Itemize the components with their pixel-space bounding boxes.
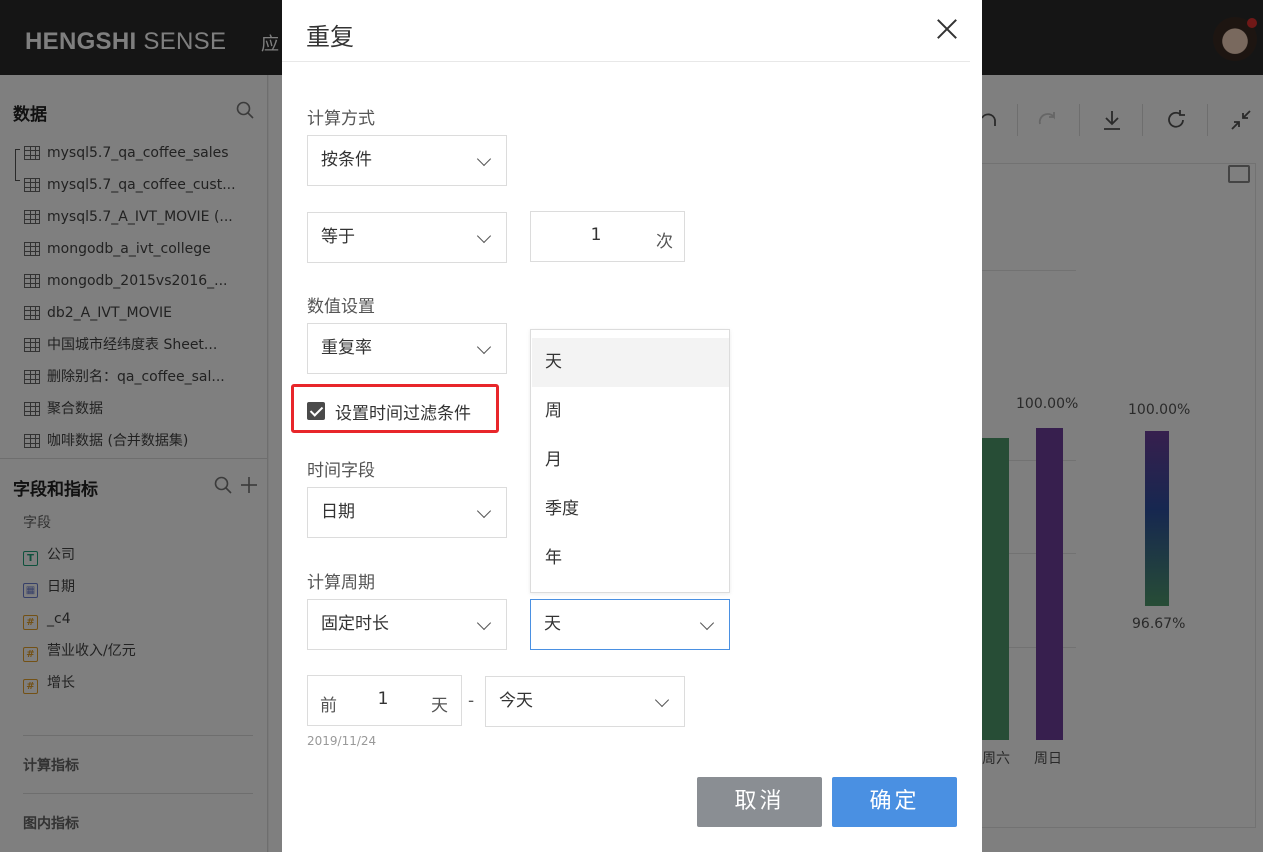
range-prefix: 前	[320, 696, 337, 716]
cancel-button[interactable]: 取消	[697, 777, 822, 827]
close-icon[interactable]	[934, 16, 960, 42]
date-hint: 2019/11/24	[307, 734, 377, 748]
time-filter-checkbox-label: 设置时间过滤条件	[335, 404, 471, 424]
chevron-down-icon	[476, 339, 492, 355]
time-filter-checkbox[interactable]	[307, 402, 325, 420]
dropdown-option-month[interactable]: 月	[532, 436, 729, 485]
range-dash: -	[468, 691, 475, 711]
range-unit: 天	[431, 696, 448, 716]
dialog-title: 重复	[306, 23, 354, 51]
count-unit: 次	[656, 232, 673, 252]
time-field-select[interactable]: 日期	[307, 487, 507, 538]
chevron-down-icon	[476, 615, 492, 631]
dialog-header-divider	[282, 61, 970, 62]
chevron-down-icon	[476, 228, 492, 244]
period-unit-select[interactable]: 天	[530, 599, 730, 650]
calc-method-label: 计算方式	[307, 109, 375, 129]
chevron-down-icon	[476, 151, 492, 167]
calc-method-select[interactable]: 按条件	[307, 135, 507, 186]
period-unit-dropdown: 天 周 月 季度 年	[530, 329, 730, 593]
period-type-select[interactable]: 固定时长	[307, 599, 507, 650]
period-label: 计算周期	[307, 573, 375, 593]
repeat-dialog: 重复 计算方式 按条件 等于 次 数值设置 重复率 设置时间过滤条件 时间字段 …	[282, 0, 982, 852]
range-end-select[interactable]: 今天	[485, 676, 685, 727]
chevron-down-icon	[699, 615, 715, 631]
dropdown-option-year[interactable]: 年	[532, 534, 729, 583]
dropdown-option-week[interactable]: 周	[532, 387, 729, 436]
value-setting-label: 数值设置	[307, 297, 375, 317]
range-value-input[interactable]	[348, 689, 418, 709]
count-input-box: 次	[530, 211, 685, 262]
time-field-label: 时间字段	[307, 461, 375, 481]
chevron-down-icon	[476, 503, 492, 519]
confirm-button[interactable]: 确定	[832, 777, 957, 827]
chevron-down-icon	[654, 692, 670, 708]
dropdown-option-quarter[interactable]: 季度	[532, 485, 729, 534]
operator-select[interactable]: 等于	[307, 212, 507, 263]
dropdown-option-day[interactable]: 天	[532, 338, 729, 387]
range-start-box: 前 天	[307, 675, 462, 726]
count-input[interactable]	[551, 225, 641, 245]
value-setting-select[interactable]: 重复率	[307, 323, 507, 374]
